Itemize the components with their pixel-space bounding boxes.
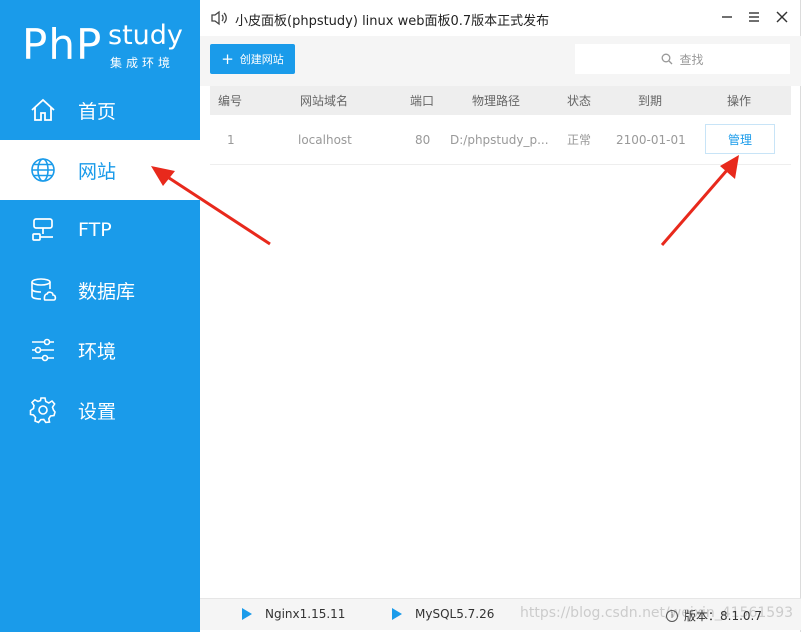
home-icon [28, 95, 58, 125]
status-bar: Nginx1.15.11 MySQL5.7.26 https://blog.cs… [200, 598, 801, 630]
sidebar-item-label: 设置 [78, 400, 117, 423]
nginx-service[interactable]: Nginx1.15.11 [242, 607, 345, 621]
info-icon: i [666, 609, 678, 622]
sidebar-item-database[interactable]: 数据库 [0, 260, 200, 320]
app-logo: PhP study 集成环境 [22, 18, 192, 78]
create-website-label: 创建网站 [239, 53, 284, 66]
sidebar-item-label: 首页 [78, 100, 117, 123]
mysql-label: MySQL5.7.26 [415, 607, 495, 621]
table-header: 编号 网站域名 端口 物理路径 状态 到期 操作 [210, 86, 791, 115]
sidebar: PhP study 集成环境 首页 网站 FTP 数据库 环境 设置 [0, 0, 200, 632]
header-status: 状态 [567, 94, 592, 108]
version-label: 版本： [684, 609, 721, 623]
cell-path: D:/phpstudy_p... [450, 132, 549, 147]
version-info: i 版本： 8.1.0.7 [666, 607, 762, 624]
cell-num: 1 [227, 132, 235, 147]
globe-icon [28, 155, 58, 185]
logo-php-text: PhP [22, 20, 103, 69]
sliders-icon [28, 335, 58, 365]
search-placeholder: 查找 [679, 52, 704, 67]
window-title: 小皮面板(phpstudy) linux web面板0.7版本正式发布 [235, 14, 550, 29]
header-num: 编号 [218, 94, 243, 108]
database-icon [28, 275, 58, 305]
manage-button[interactable]: 管理 [705, 124, 775, 154]
sidebar-item-label: 数据库 [78, 280, 136, 303]
header-expire: 到期 [638, 94, 663, 108]
cell-domain: localhost [298, 132, 352, 147]
menu-button[interactable] [745, 8, 763, 26]
header-action: 操作 [727, 94, 752, 108]
mysql-service[interactable]: MySQL5.7.26 [392, 607, 494, 621]
logo-subtitle: 集成环境 [110, 56, 175, 70]
sidebar-item-ftp[interactable]: FTP [0, 200, 200, 260]
search-icon [662, 53, 673, 65]
logo-study-text: study [108, 20, 183, 51]
sidebar-item-label: 环境 [78, 340, 117, 363]
nginx-label: Nginx1.15.11 [265, 607, 346, 621]
cell-port: 80 [415, 132, 431, 147]
close-button[interactable] [773, 8, 791, 26]
ftp-icon [28, 215, 58, 245]
toolbar: + 创建网站 查找 [200, 36, 801, 86]
main-panel: 小皮面板(phpstudy) linux web面板0.7版本正式发布 + 创建… [200, 0, 801, 632]
sidebar-item-settings[interactable]: 设置 [0, 380, 200, 440]
search-input[interactable]: 查找 [575, 44, 790, 74]
sidebar-item-home[interactable]: 首页 [0, 80, 200, 140]
cell-expire: 2100-01-01 [616, 132, 686, 147]
speaker-icon[interactable] [210, 10, 228, 26]
header-port: 端口 [410, 94, 435, 108]
play-icon [242, 608, 252, 620]
website-table: 编号 网站域名 端口 物理路径 状态 到期 操作 1 localhost 80 … [210, 86, 791, 165]
gear-icon [28, 395, 58, 425]
minimize-button[interactable] [718, 8, 736, 26]
title-bar: 小皮面板(phpstudy) linux web面板0.7版本正式发布 [200, 0, 801, 36]
table-row: 1 localhost 80 D:/phpstudy_p... 正常 2100-… [210, 115, 791, 165]
sidebar-item-website[interactable]: 网站 [0, 140, 200, 200]
header-path: 物理路径 [472, 94, 521, 108]
sidebar-nav: 首页 网站 FTP 数据库 环境 设置 [0, 80, 200, 440]
version-value: 8.1.0.7 [720, 608, 762, 623]
header-domain: 网站域名 [300, 94, 349, 108]
create-website-button[interactable]: + 创建网站 [210, 44, 295, 74]
cell-status: 正常 [567, 133, 592, 147]
plus-icon: + [221, 49, 234, 68]
play-icon [392, 608, 402, 620]
sidebar-item-label: FTP [78, 219, 112, 241]
sidebar-item-environment[interactable]: 环境 [0, 320, 200, 380]
sidebar-item-label: 网站 [78, 160, 117, 183]
